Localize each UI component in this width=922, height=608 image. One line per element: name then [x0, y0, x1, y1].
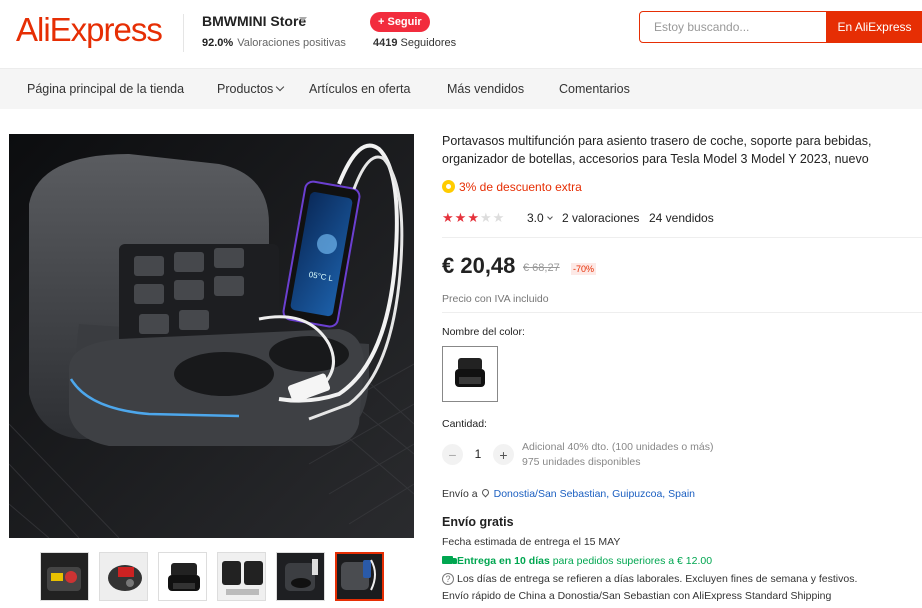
thumbnail-5-image	[277, 553, 324, 600]
color-option-image	[443, 347, 497, 401]
product-photo: 05°C L	[9, 134, 414, 538]
question-icon[interactable]: ?	[442, 573, 454, 585]
star-icon: ★	[442, 210, 455, 225]
thumbnail-2[interactable]	[99, 552, 148, 601]
store-nav: Página principal de la tienda Productos …	[0, 68, 922, 109]
vat-note: Precio con IVA incluido	[442, 293, 549, 305]
ship-to-destination[interactable]: Donostia/San Sebastian, Guipuzcoa, Spain	[494, 488, 695, 500]
coupon-icon	[442, 180, 455, 193]
quantity-label: Cantidad:	[442, 418, 487, 430]
sold-count: 24 vendidos	[649, 211, 714, 225]
stock-available: 975 unidades disponibles	[522, 456, 641, 468]
search-input[interactable]	[640, 12, 825, 42]
nav-item-reviews[interactable]: Comentarios	[559, 82, 630, 96]
product-title: Portavasos multifunción para asiento tra…	[442, 134, 872, 166]
follow-button[interactable]: + Seguir	[370, 12, 430, 32]
business-days-text: Los días de entrega se refieren a días l…	[457, 573, 858, 585]
followers-count: 4419 Seguidores	[373, 37, 456, 49]
current-price: € 20,48	[442, 253, 516, 278]
quantity-increase-button[interactable]: +	[493, 444, 514, 465]
location-pin-icon	[480, 487, 491, 498]
rating-value[interactable]: 3.0	[527, 211, 553, 225]
search-button[interactable]: En AliExpress	[826, 11, 922, 43]
chevron-down-icon	[276, 82, 285, 92]
color-option[interactable]	[442, 346, 498, 402]
star-icon: ★	[454, 210, 468, 225]
store-rating-label: Valoraciones positivas	[237, 37, 346, 49]
followers-number: 4419	[373, 37, 398, 49]
store-rating-percent: 92.0%	[202, 37, 234, 49]
rating-value-text: 3.0	[527, 211, 544, 225]
reviews-count[interactable]: 2 valoraciones	[562, 211, 639, 225]
thumbnail-6-image	[337, 554, 382, 599]
original-price: € 68,27	[523, 262, 560, 274]
fast-delivery-note: Entrega en 10 días para pedidos superior…	[442, 555, 712, 567]
color-label: Nombre del color:	[442, 326, 525, 338]
quantity-decrease-button[interactable]: −	[442, 444, 463, 465]
fast-delivery-rest: para pedidos superiores a € 12.00	[549, 555, 713, 567]
star-icon: ★	[492, 210, 506, 225]
top-header: AliExpress BMWMINI Store 92.0% Valoracion…	[0, 0, 922, 68]
delivery-estimate: Fecha estimada de entrega el 15 MAY	[442, 536, 621, 548]
thumbnail-3-image	[159, 553, 206, 600]
thumbnail-5[interactable]	[276, 552, 325, 601]
header-divider	[183, 14, 184, 52]
thumbnail-4-image	[218, 553, 265, 600]
quantity-input[interactable]: 1	[472, 447, 484, 461]
thumbnail-3[interactable]	[158, 552, 207, 601]
star-icon: ★	[467, 210, 480, 225]
aliexpress-logo[interactable]: AliExpress	[16, 11, 163, 49]
search-box: En AliExpress	[639, 11, 922, 43]
store-rating: 92.0% Valoraciones positivas	[202, 37, 346, 49]
followers-label: Seguidores	[400, 37, 457, 49]
store-name[interactable]: BMWMINI Store	[202, 13, 306, 29]
coupon-text: 3% de descuento extra	[459, 180, 582, 194]
thumbnail-4[interactable]	[217, 552, 266, 601]
star-icon: ★	[479, 210, 493, 225]
nav-item-deals[interactable]: Artículos en oferta	[309, 82, 410, 96]
main-product-image[interactable]: 05°C L	[9, 134, 414, 538]
chevron-down-icon	[546, 214, 553, 220]
nav-item-products-label: Productos	[217, 82, 274, 96]
rating-stars[interactable]: ★★★★★	[442, 210, 505, 226]
thumbnail-2-image	[100, 553, 147, 600]
thumbnail-1-image	[41, 553, 88, 600]
fast-delivery-bold: Entrega en 10 días	[457, 555, 550, 567]
standard-shipping-note: Envío rápido de China a Donostia/San Seb…	[442, 590, 832, 602]
bulk-discount-note: Adicional 40% dto. (100 unidades o más)	[522, 441, 714, 453]
ship-to: Envío a Donostia/San Sebastian, Guipuzcoa…	[442, 487, 695, 500]
chevron-down-icon[interactable]	[299, 17, 307, 22]
coupon-badge[interactable]: 3% de descuento extra	[442, 180, 582, 194]
business-days-note: ? Los días de entrega se refieren a días …	[442, 573, 857, 585]
thumbnail-1[interactable]	[40, 552, 89, 601]
divider	[442, 237, 922, 238]
thumbnail-6[interactable]	[335, 552, 384, 601]
free-shipping-title: Envío gratis	[442, 515, 514, 529]
discount-badge: -70%	[571, 263, 597, 275]
nav-item-best-sellers[interactable]: Más vendidos	[447, 82, 524, 96]
nav-item-products[interactable]: Productos	[217, 82, 285, 96]
truck-icon	[442, 556, 457, 564]
nav-item-home[interactable]: Página principal de la tienda	[27, 82, 184, 96]
ship-to-label: Envío a	[442, 488, 478, 500]
divider	[442, 312, 922, 313]
